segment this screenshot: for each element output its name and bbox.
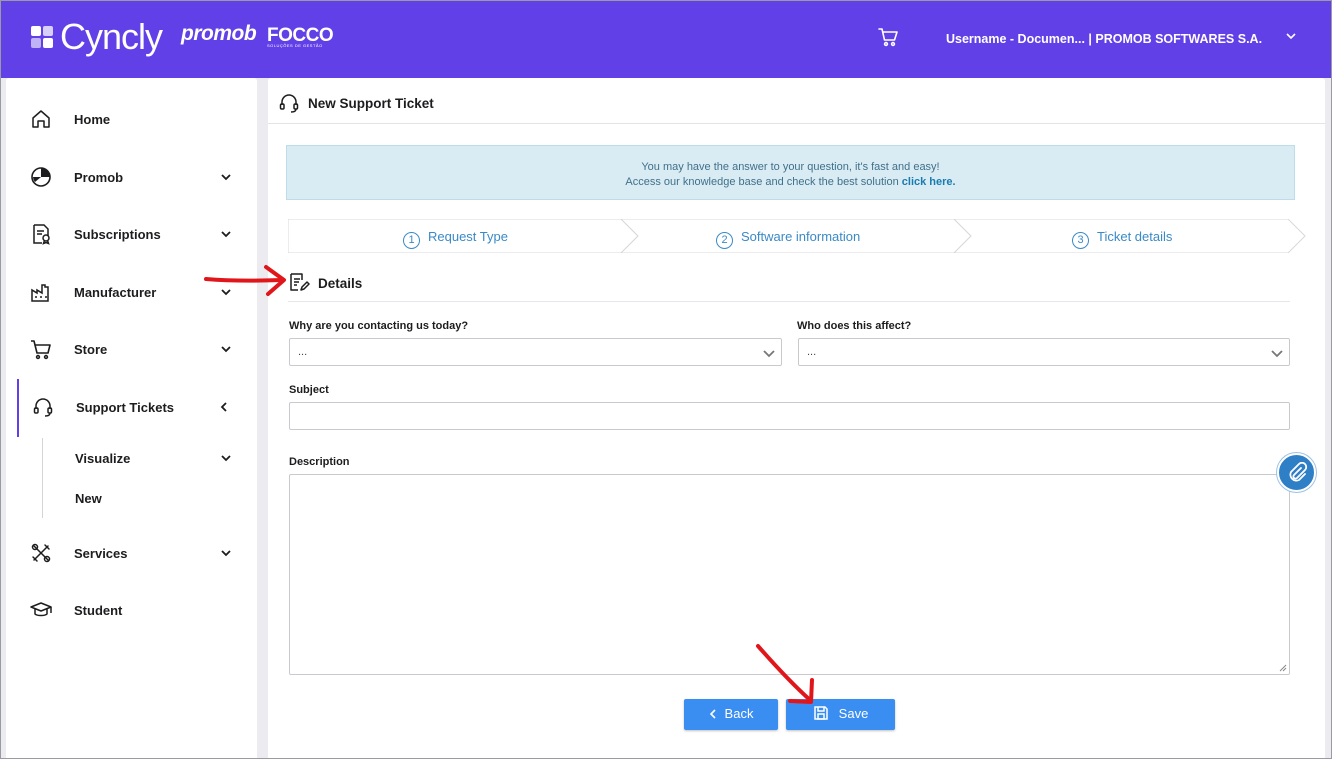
cart-icon[interactable]	[877, 26, 899, 48]
chevron-left-icon	[220, 402, 227, 412]
user-account-menu[interactable]: Username - Documen... | PROMOB SOFTWARES…	[946, 32, 1262, 46]
sidebar-subitem-new[interactable]: New	[46, 478, 257, 518]
sidebar-item-label: Subscriptions	[74, 227, 161, 242]
promob-logo[interactable]: promob	[181, 22, 257, 46]
sidebar-item-support-tickets[interactable]: Support Tickets	[6, 387, 257, 427]
info-text-line1: You may have the answer to your question…	[641, 161, 940, 173]
sidebar-item-label: Promob	[74, 170, 124, 185]
subscriptions-icon	[33, 224, 50, 245]
sidebar-item-store[interactable]: Store	[6, 329, 257, 369]
home-icon	[32, 110, 50, 128]
page-title: New Support Ticket	[308, 96, 434, 111]
chevron-down-icon[interactable]	[1285, 30, 1297, 42]
step-label: Request Type	[428, 229, 508, 244]
sidebar-subitem-label: Visualize	[75, 451, 131, 466]
promob-icon	[31, 167, 51, 187]
page-header: New Support Ticket	[268, 78, 1325, 123]
graduation-cap-icon	[30, 602, 52, 617]
step-label: Ticket details	[1097, 229, 1173, 244]
affect-label: Who does this affect?	[797, 320, 912, 332]
affect-select-value: ...	[807, 346, 817, 358]
back-button-label: Back	[724, 706, 754, 721]
sidebar-item-student[interactable]: Student	[6, 590, 257, 630]
focco-logo-sub: SOLUÇÕES DE GESTÃO	[267, 43, 323, 48]
step-number: 3	[1072, 232, 1089, 249]
sidebar-item-home[interactable]: Home	[6, 99, 257, 139]
chevron-down-icon	[221, 231, 231, 238]
sidebar-subitem-label: New	[75, 491, 102, 506]
description-label: Description	[289, 456, 350, 468]
sidebar-item-label: Manufacturer	[74, 285, 157, 300]
chevron-down-icon	[1271, 350, 1283, 358]
sidebar-item-services[interactable]: Services	[6, 533, 257, 573]
reason-select-value: ...	[298, 346, 308, 358]
edit-document-icon	[290, 273, 310, 291]
sidebar-item-label: Store	[74, 342, 108, 357]
sidebar-item-promob[interactable]: Promob	[6, 157, 257, 197]
info-text-line2: Access our knowledge base and check the …	[287, 175, 1294, 190]
sidebar-item-label: Services	[74, 546, 128, 561]
reason-select[interactable]: ...	[289, 338, 782, 366]
chevron-down-icon	[763, 350, 775, 358]
save-button-label: Save	[838, 706, 869, 721]
paperclip-icon	[1289, 462, 1308, 482]
headset-icon	[279, 94, 299, 113]
sidebar: Home Promob Subscriptions Manufacturer S…	[6, 78, 257, 759]
reason-label: Why are you contacting us today?	[289, 320, 469, 332]
cart-icon	[31, 340, 51, 360]
sidebar-item-label: Student	[74, 603, 123, 618]
divider	[288, 301, 1290, 302]
tools-icon	[31, 543, 51, 563]
sidebar-item-label: Support Tickets	[76, 400, 175, 415]
sidebar-subitem-visualize[interactable]: Visualize	[46, 438, 257, 478]
scrollbar[interactable]	[1325, 78, 1332, 759]
details-title: Details	[318, 276, 363, 291]
step-request-type[interactable]: 1 Request Type	[403, 229, 508, 249]
chevron-down-icon	[221, 346, 231, 353]
step-number: 2	[716, 232, 733, 249]
resize-grip-icon[interactable]	[1279, 664, 1287, 672]
cyncly-logo[interactable]: Cyncly	[30, 16, 163, 58]
info-banner: You may have the answer to your question…	[286, 145, 1295, 200]
divider	[268, 123, 1325, 124]
chevron-down-icon	[221, 174, 231, 181]
step-number: 1	[403, 232, 420, 249]
sidebar-item-subscriptions[interactable]: Subscriptions	[6, 214, 257, 254]
affect-select[interactable]: ...	[798, 338, 1290, 366]
chevron-left-icon	[709, 709, 716, 719]
wizard-steps: 1 Request Type 2 Software information 3 Tic…	[288, 219, 1306, 253]
submenu-line	[42, 438, 43, 518]
attach-file-button[interactable]	[1277, 453, 1316, 492]
chevron-down-icon	[221, 550, 231, 557]
subject-label: Subject	[289, 384, 329, 396]
factory-icon	[31, 284, 49, 302]
step-software-information[interactable]: 2 Software information	[716, 229, 860, 249]
knowledge-base-link[interactable]: click here.	[902, 176, 956, 188]
info-text: Access our knowledge base and check the …	[625, 176, 902, 188]
step-label: Software information	[741, 229, 861, 244]
step-ticket-details[interactable]: 3 Ticket details	[1072, 229, 1172, 249]
chevron-down-icon	[221, 455, 231, 462]
top-bar: Cyncly promob FOCCO SOLUÇÕES DE GESTÃO U…	[0, 0, 1332, 78]
subject-input[interactable]	[289, 402, 1290, 430]
annotation-arrow-icon	[204, 265, 286, 296]
sidebar-item-label: Home	[74, 112, 111, 127]
annotation-arrow-icon	[756, 644, 814, 704]
brand-name: Cyncly	[60, 16, 163, 57]
cyncly-logo-icon	[31, 26, 53, 48]
headset-icon	[33, 398, 53, 417]
